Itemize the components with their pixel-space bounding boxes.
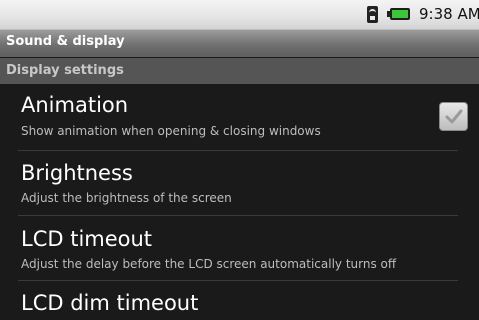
pref-lcd-dim-timeout[interactable]: LCD dim timeout [0,281,479,320]
pref-brightness-summary: Adjust the brightness of the screen [21,191,232,205]
pref-lcd-dim-timeout-title: LCD dim timeout [21,291,199,315]
animation-checkbox[interactable] [439,102,468,131]
pref-brightness-title: Brightness [21,161,133,185]
battery-icon [387,8,410,20]
pref-lcd-timeout[interactable]: LCD timeout Adjust the delay before the … [0,216,479,281]
pref-animation[interactable]: Animation Show animation when opening & … [0,84,479,149]
signal-icon [367,6,378,23]
pref-lcd-timeout-summary: Adjust the delay before the LCD screen a… [21,257,397,271]
pref-animation-title: Animation [21,93,129,117]
page-title: Sound & display [6,34,125,49]
checkmark-icon [445,109,463,124]
pref-lcd-timeout-title: LCD timeout [21,227,153,251]
pref-brightness[interactable]: Brightness Adjust the brightness of the … [0,151,479,216]
category-label: Display settings [6,63,124,78]
pref-animation-summary: Show animation when opening & closing wi… [21,124,321,138]
status-bar: 9:38 AM [0,0,479,30]
category-header: Display settings [0,58,479,84]
status-time: 9:38 AM [419,5,479,23]
title-bar: Sound & display [0,30,479,57]
